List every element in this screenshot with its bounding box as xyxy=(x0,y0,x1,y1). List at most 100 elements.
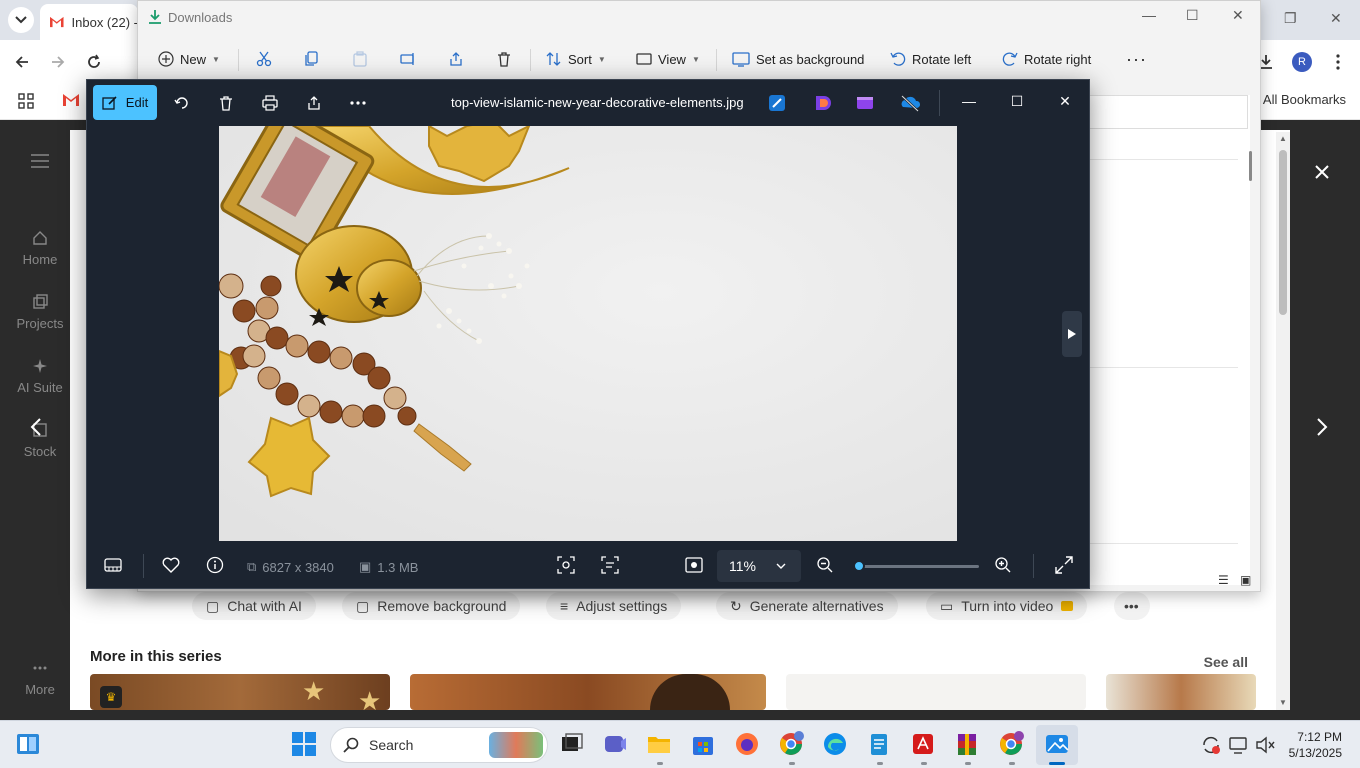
remove-background-button[interactable]: ▢ Remove background xyxy=(342,592,521,620)
close-icon[interactable]: ✕ xyxy=(1232,7,1244,24)
widgets-icon[interactable] xyxy=(15,731,41,757)
profile-avatar[interactable]: R xyxy=(1291,51,1313,73)
generate-alternatives-button[interactable]: ↻ Generate alternatives xyxy=(716,592,898,620)
previous-image-icon[interactable] xyxy=(30,418,42,436)
sidebar-item-home[interactable]: Home xyxy=(0,230,80,267)
task-view-icon[interactable] xyxy=(558,731,584,757)
rotate-icon[interactable] xyxy=(171,92,193,114)
new-button[interactable]: New ▼ xyxy=(158,47,220,71)
winrar-icon[interactable] xyxy=(954,731,980,757)
filmstrip-icon[interactable] xyxy=(102,554,124,576)
reload-icon[interactable] xyxy=(83,51,105,73)
edge-icon[interactable] xyxy=(822,731,848,757)
minimize-icon[interactable]: — xyxy=(959,93,979,109)
share-icon[interactable] xyxy=(303,92,325,114)
system-clock[interactable]: 7:12 PM 5/13/2025 xyxy=(1288,729,1342,761)
series-thumbnail[interactable] xyxy=(410,674,766,710)
designer-icon[interactable] xyxy=(767,93,787,113)
favorite-icon[interactable] xyxy=(160,554,182,576)
print-icon[interactable] xyxy=(259,92,281,114)
tab-gmail[interactable]: Inbox (22) - xyxy=(40,4,138,40)
delete-icon[interactable] xyxy=(496,47,512,71)
rotate-right-button[interactable]: Rotate right xyxy=(1002,47,1091,71)
close-icon[interactable]: ✕ xyxy=(1330,10,1342,27)
more-options-icon[interactable]: ··· xyxy=(1126,47,1147,71)
hamburger-icon[interactable] xyxy=(31,154,49,168)
menu-icon[interactable] xyxy=(1327,51,1349,73)
explorer-scrollbar[interactable] xyxy=(1249,151,1252,181)
apps-icon[interactable] xyxy=(18,93,34,109)
taskbar-search[interactable]: Search xyxy=(330,727,548,763)
sidebar-item-more[interactable]: More xyxy=(0,660,80,697)
next-photo-button[interactable] xyxy=(1062,311,1082,357)
info-icon[interactable] xyxy=(204,554,226,576)
gmail-bookmark-icon[interactable] xyxy=(63,94,79,106)
start-icon[interactable] xyxy=(291,731,317,757)
see-all-link[interactable]: See all xyxy=(1204,654,1248,670)
more-actions-button[interactable]: ••• xyxy=(1114,592,1150,620)
chrome-profile-r-icon[interactable] xyxy=(778,731,804,757)
zoom-in-icon[interactable] xyxy=(992,554,1014,576)
edit-button[interactable]: Edit xyxy=(93,85,157,120)
sort-button[interactable]: Sort ▼ xyxy=(546,47,606,71)
copy-icon[interactable] xyxy=(304,47,320,71)
adjust-settings-button[interactable]: ≡ Adjust settings xyxy=(546,592,682,620)
set-as-background-button[interactable]: Set as background xyxy=(732,47,864,71)
view-button[interactable]: View ▼ xyxy=(636,47,700,71)
scrollbar-thumb[interactable] xyxy=(1279,150,1287,315)
sidebar-item-ai-suite[interactable]: AI Suite xyxy=(0,358,80,395)
teams-icon[interactable] xyxy=(602,731,628,757)
firefox-icon[interactable] xyxy=(734,731,760,757)
maximize-icon[interactable]: ☐ xyxy=(1186,7,1199,24)
details-view-icon[interactable]: ☰ xyxy=(1218,573,1229,587)
paste-icon[interactable] xyxy=(352,47,368,71)
zoom-slider-knob[interactable] xyxy=(853,560,865,572)
series-thumbnail[interactable]: ♛ ★ ★ xyxy=(90,674,390,710)
close-detail-icon[interactable] xyxy=(1314,164,1330,180)
delete-icon[interactable] xyxy=(215,92,237,114)
clipchamp-icon[interactable] xyxy=(812,93,832,113)
share-icon[interactable] xyxy=(448,47,464,71)
photo-display[interactable] xyxy=(219,126,957,541)
next-image-icon[interactable] xyxy=(1316,418,1328,436)
rotate-left-button[interactable]: Rotate left xyxy=(890,47,971,71)
onedrive-icon[interactable] xyxy=(899,93,921,113)
close-icon[interactable]: ✕ xyxy=(1055,93,1075,110)
cut-icon[interactable] xyxy=(256,47,272,71)
page-scrollbar[interactable]: ▲ ▼ xyxy=(1276,132,1290,710)
rename-icon[interactable] xyxy=(400,47,416,71)
search-downloads-input[interactable] xyxy=(1088,95,1248,129)
maximize-icon[interactable]: ☐ xyxy=(1007,93,1027,110)
turn-into-video-button[interactable]: ▭ Turn into video xyxy=(926,592,1088,620)
photos-app-icon[interactable] xyxy=(1044,731,1070,757)
fullscreen-icon[interactable] xyxy=(1053,554,1075,576)
store-icon[interactable] xyxy=(690,731,716,757)
volume-muted-icon[interactable] xyxy=(1254,734,1276,756)
sliders-icon: ≡ xyxy=(560,598,569,614)
tab-search-button[interactable] xyxy=(8,7,34,33)
series-thumbnail[interactable] xyxy=(786,674,1086,710)
video-editor-icon[interactable] xyxy=(855,93,875,113)
minimize-icon[interactable]: — xyxy=(1142,7,1156,23)
zoom-out-icon[interactable] xyxy=(814,554,836,576)
sidebar-item-projects[interactable]: Projects xyxy=(0,294,80,331)
tiles-view-icon[interactable]: ▣ xyxy=(1240,573,1251,587)
series-thumbnail[interactable] xyxy=(1106,674,1256,710)
visual-search-icon[interactable] xyxy=(555,554,577,576)
back-icon[interactable] xyxy=(11,51,33,73)
sync-alert-icon[interactable] xyxy=(1200,734,1222,756)
zoom-level-dropdown[interactable]: 11% xyxy=(717,550,801,582)
chat-with-ai-button[interactable]: ▢ Chat with AI xyxy=(192,592,316,620)
fit-to-window-icon[interactable] xyxy=(683,554,705,576)
restore-icon[interactable]: ❐ xyxy=(1284,10,1297,27)
all-bookmarks[interactable]: All Bookmarks xyxy=(1263,92,1346,107)
network-icon[interactable] xyxy=(1228,734,1250,756)
notepad-icon[interactable] xyxy=(866,731,892,757)
acrobat-icon[interactable] xyxy=(910,731,936,757)
file-explorer-icon[interactable] xyxy=(646,731,672,757)
zoom-slider[interactable] xyxy=(859,565,979,568)
text-extract-icon[interactable] xyxy=(599,554,621,576)
more-options-icon[interactable] xyxy=(347,92,369,114)
forward-icon[interactable] xyxy=(47,51,69,73)
chrome-profile-w-icon[interactable] xyxy=(998,731,1024,757)
